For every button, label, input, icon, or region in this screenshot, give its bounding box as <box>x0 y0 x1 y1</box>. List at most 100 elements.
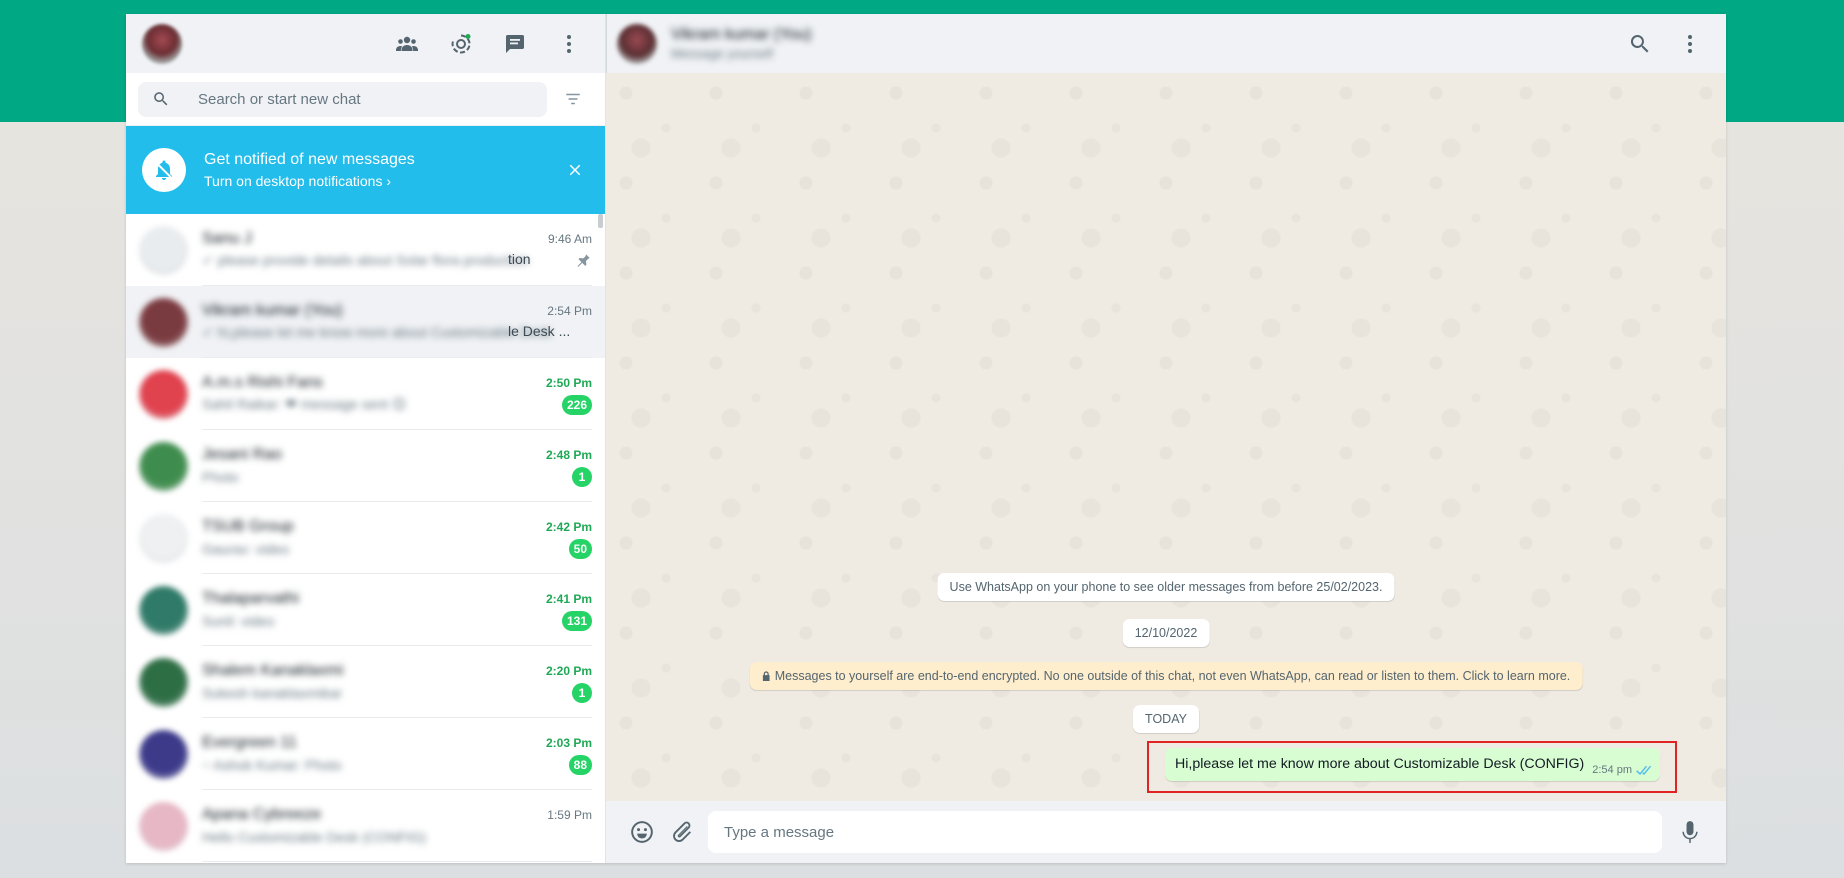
chat-preview: ✓ please provide details about Solar flo… <box>202 252 529 268</box>
pin-icon <box>574 252 592 270</box>
menu-button[interactable] <box>549 24 589 64</box>
outgoing-message[interactable]: Hi,please let me know more about Customi… <box>1165 748 1660 781</box>
chat-row-top: A.m.s Rishi Fans 2:50 Pm <box>202 372 592 394</box>
chat-row-bottom: Gaurav: video 50 <box>202 538 592 560</box>
attach-button[interactable] <box>662 812 702 852</box>
message-meta: 2:54 pm <box>1592 764 1651 776</box>
chat-avatar <box>139 369 188 419</box>
notification-bell <box>142 148 186 192</box>
chat-name: Shalem Kanaklaxmi <box>202 661 344 679</box>
communities-button[interactable] <box>387 24 427 64</box>
whatsapp-app: Get notified of new messages Turn on des… <box>126 14 1726 863</box>
chat-avatar <box>139 729 188 779</box>
date-divider: 12/10/2022 <box>1122 619 1210 647</box>
emoji-icon <box>631 821 653 843</box>
chat-row-top: Thalaparvathi 2:41 Pm <box>202 588 592 610</box>
bell-off-icon <box>153 160 174 181</box>
search-box <box>138 81 547 117</box>
chat-time: 2:48 Pm <box>545 447 592 462</box>
chat-time: 2:41 Pm <box>545 591 592 606</box>
notification-link[interactable]: Turn on desktop notifications › <box>204 173 415 189</box>
chat-list-item[interactable]: Evergreen 11 2:03 Pm ~ Ashok Kumar: Phot… <box>126 718 605 790</box>
microphone-icon <box>1682 821 1698 843</box>
chat-preview: Gaurav: video <box>202 540 290 557</box>
profile-avatar[interactable] <box>142 23 182 64</box>
unread-badge: 50 <box>568 538 592 559</box>
paperclip-icon <box>673 821 691 842</box>
chat-time: 1:59 Pm <box>547 807 592 822</box>
notification-banner[interactable]: Get notified of new messages Turn on des… <box>126 126 605 214</box>
chat-body: Jesani Rao 2:48 Pm Photo 1 <box>202 430 592 502</box>
chat-name: A.m.s Rishi Fans <box>202 373 323 391</box>
conversation-menu-button[interactable] <box>1670 24 1710 64</box>
encryption-text: Messages to yourself are end-to-end encr… <box>774 669 1571 683</box>
chat-preview: Photo <box>202 468 239 485</box>
notification-text: Get notified of new messages Turn on des… <box>204 151 415 189</box>
chat-list-item[interactable]: Vikram kumar (You) 2:54 Pm ✓ hi,please l… <box>126 286 605 358</box>
unread-badge: 131 <box>561 610 592 631</box>
lock-icon <box>762 670 771 681</box>
chat-preview-visible: tion <box>508 251 531 267</box>
chat-list-item[interactable]: A.m.s Rishi Fans 2:50 Pm Sahil Raikar: ❤… <box>126 358 605 430</box>
unread-badge: 226 <box>561 394 592 415</box>
emoji-button[interactable] <box>622 812 662 852</box>
double-check-icon <box>1636 765 1651 775</box>
chat-body: Thalaparvathi 2:41 Pm Sunil: video 131 <box>202 574 592 646</box>
chat-list-item[interactable]: Thalaparvathi 2:41 Pm Sunil: video 131 <box>126 574 605 646</box>
sidebar-header <box>126 14 605 73</box>
chat-row-bottom: Photo 1 <box>202 466 592 488</box>
chat-body: Apana Cybreeze 1:59 Pm Hello Customizabl… <box>202 790 592 862</box>
chat-preview: Hello Customizable Desk (CONFIG) <box>202 828 427 845</box>
search-input[interactable] <box>198 90 528 108</box>
chat-list-item[interactable]: TSUB Group 2:42 Pm Gaurav: video 50 <box>126 502 605 574</box>
search-messages-button[interactable] <box>1620 24 1660 64</box>
contact-avatar[interactable] <box>617 23 657 64</box>
voice-message-button[interactable] <box>1670 812 1710 852</box>
chat-list-item[interactable]: Shalem Kanaklaxmi 2:20 Pm Sukesh kanakla… <box>126 646 605 718</box>
chat-list-item[interactable]: Jesani Rao 2:48 Pm Photo 1 <box>126 430 605 502</box>
message-composer <box>606 801 1726 863</box>
chat-row-bottom: Sukesh kanaklaxmikar 1 <box>202 682 592 704</box>
chat-list-item[interactable]: Sanu J 9:46 Am ✓ please provide details … <box>126 214 605 286</box>
chat-body: Sanu J 9:46 Am ✓ please provide details … <box>202 214 592 286</box>
chat-time: 9:46 Am <box>547 231 592 246</box>
chat-avatar <box>139 297 188 347</box>
unread-badge: 88 <box>568 754 592 775</box>
chat-list-item[interactable]: Apana Cybreeze 1:59 Pm Hello Customizabl… <box>126 790 605 862</box>
contact-info[interactable]: Vikram kumar (You) Message yourself <box>671 26 812 61</box>
message-input[interactable] <box>708 811 1662 853</box>
chat-time: 2:20 Pm <box>545 663 592 678</box>
conversation-panel: Vikram kumar (You) Message yourself Use … <box>606 14 1726 863</box>
search-icon <box>154 92 168 106</box>
notification-title: Get notified of new messages <box>204 151 415 168</box>
chat-row-bottom: Hello Customizable Desk (CONFIG) <box>202 826 592 848</box>
new-chat-button[interactable] <box>495 24 535 64</box>
chat-avatar <box>139 657 188 707</box>
chat-body: Evergreen 11 2:03 Pm ~ Ashok Kumar: Phot… <box>202 718 592 790</box>
close-icon <box>569 164 581 176</box>
chat-row-top: Apana Cybreeze 1:59 Pm <box>202 804 592 826</box>
chat-name: Thalaparvathi <box>202 589 299 607</box>
chat-name: TSUB Group <box>202 517 294 535</box>
chat-time: 2:54 Pm <box>547 303 592 318</box>
chat-row-top: Shalem Kanaklaxmi 2:20 Pm <box>202 660 592 682</box>
chat-row-top: TSUB Group 2:42 Pm <box>202 516 592 538</box>
conversation-actions <box>1620 24 1710 64</box>
filter-button[interactable] <box>553 82 593 117</box>
conversation-header[interactable]: Vikram kumar (You) Message yourself <box>606 14 1726 73</box>
chat-row-top: Jesani Rao 2:48 Pm <box>202 444 592 466</box>
contact-name: Vikram kumar (You) <box>671 26 812 43</box>
chat-name: Evergreen 11 <box>202 733 297 751</box>
chat-avatar <box>139 513 188 563</box>
status-button[interactable] <box>441 24 481 64</box>
chat-preview: Sukesh kanaklaxmikar <box>202 684 343 701</box>
notification-close-button[interactable] <box>561 156 589 184</box>
encryption-notice[interactable]: Messages to yourself are end-to-end encr… <box>749 662 1583 690</box>
unread-badge: 1 <box>572 466 592 487</box>
chat-avatar <box>139 225 188 275</box>
older-messages-notice: Use WhatsApp on your phone to see older … <box>937 573 1395 601</box>
chat-name: Sanu J <box>202 229 252 247</box>
chat-avatar <box>139 585 188 635</box>
search-row <box>126 73 605 126</box>
chat-preview: ✓ hi,please let me know more about Custo… <box>202 324 552 340</box>
